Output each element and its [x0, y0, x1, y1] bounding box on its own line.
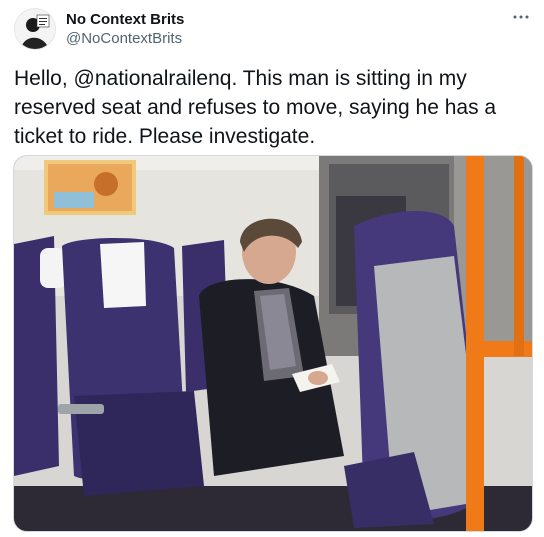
profile-avatar-icon [15, 9, 55, 49]
train-interior-photo [14, 156, 532, 531]
user-handle[interactable]: @NoContextBrits [66, 30, 182, 47]
display-name[interactable]: No Context Brits [66, 11, 184, 28]
tweet-text: Hello, @nationalrailenq. This man is sit… [14, 67, 497, 148]
more-options-button[interactable] [512, 8, 530, 26]
tweet-photo[interactable] [13, 155, 533, 532]
avatar[interactable] [14, 8, 56, 50]
tweet-card: No Context Brits @NoContextBrits Hello, … [0, 0, 544, 537]
more-options-icon [513, 15, 529, 19]
